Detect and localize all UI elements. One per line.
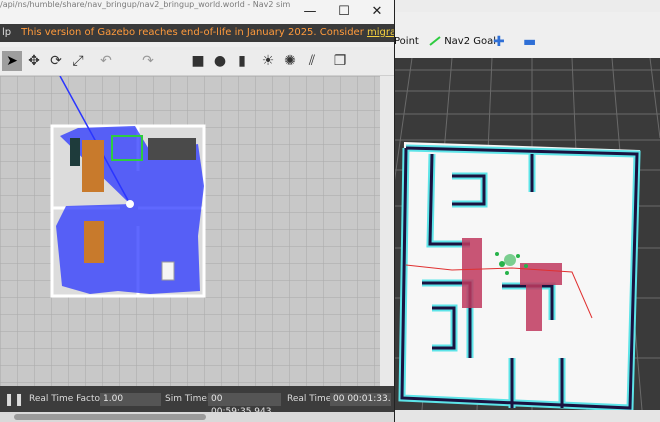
eol-banner: lp This version of Gazebo reaches end-of-… bbox=[0, 24, 394, 42]
rviz-bottom-bar bbox=[392, 410, 660, 422]
translate-icon[interactable]: ✥ bbox=[24, 51, 44, 71]
rviz-title-strip bbox=[394, 0, 660, 12]
window-path: /api/ns/humble/share/nav_bringup/nav2_br… bbox=[0, 0, 291, 9]
select-arrow-icon[interactable]: ➤ bbox=[2, 51, 22, 71]
status-bar: ❚❚ Real Time Factor: 1.00 Sim Time: 00 0… bbox=[0, 386, 394, 417]
real-time-factor-label: Real Time Factor: bbox=[29, 394, 107, 404]
box-icon[interactable]: ■ bbox=[188, 51, 208, 71]
publish-point-button[interactable]: Point bbox=[394, 32, 419, 52]
real-time-factor-value: 1.00 bbox=[100, 393, 161, 406]
table-upper[interactable] bbox=[82, 140, 104, 192]
real-time-label: Real Time: bbox=[287, 394, 335, 404]
robot-marker[interactable] bbox=[126, 200, 134, 208]
toilet[interactable] bbox=[161, 261, 175, 281]
vertical-scrollbar[interactable] bbox=[380, 76, 394, 386]
cylinder-icon[interactable]: ▮ bbox=[232, 51, 252, 71]
copy-icon[interactable]: ❐ bbox=[330, 51, 350, 71]
sim-time-label: Sim Time: bbox=[165, 394, 210, 404]
rviz-toolbar: Point Nav2 Goal ✚ ▬ bbox=[385, 12, 660, 59]
directional-light-icon[interactable]: ⫽ bbox=[302, 51, 322, 71]
maximize-icon[interactable]: ☐ bbox=[332, 4, 356, 20]
pause-icon[interactable]: ❚❚ bbox=[4, 393, 24, 406]
world-view bbox=[0, 76, 380, 386]
sofa[interactable] bbox=[148, 138, 196, 160]
sphere-icon[interactable]: ● bbox=[210, 51, 230, 71]
nav2-goal-label: Nav2 Goal bbox=[444, 36, 497, 47]
gazebo-3d-scene[interactable] bbox=[0, 76, 380, 386]
spotlight-icon[interactable]: ✺ bbox=[280, 51, 300, 71]
scroll-thumb[interactable] bbox=[14, 414, 206, 420]
gazebo-window: /api/ns/humble/share/nav_bringup/nav2_br… bbox=[0, 0, 395, 422]
rotate-icon[interactable]: ⟳ bbox=[46, 51, 66, 71]
add-tool-icon[interactable]: ✚ bbox=[493, 32, 505, 52]
migration-link[interactable]: migrating to the new Gazebo bbox=[367, 27, 394, 38]
undo-icon[interactable]: ↶ bbox=[96, 51, 116, 71]
remove-tool-icon[interactable]: ▬ bbox=[523, 32, 536, 52]
nav2-goal-icon bbox=[429, 36, 441, 46]
menu-fragment[interactable]: lp bbox=[2, 27, 11, 38]
gazebo-toolbar: ➤ ✥ ⟳ ⤢ ↶ ↷ ■ ● ▮ ☀ ✺ ⫽ ❐ bbox=[0, 47, 394, 76]
redo-icon[interactable]: ↷ bbox=[138, 51, 158, 71]
nav2-goal-button[interactable]: Nav2 Goal bbox=[429, 32, 496, 52]
real-time-value: 00 00:01:33. bbox=[330, 393, 391, 406]
minimize-icon[interactable]: — bbox=[298, 4, 322, 20]
gazebo-titlebar: /api/ns/humble/share/nav_bringup/nav2_br… bbox=[0, 0, 394, 24]
table-lower[interactable] bbox=[84, 221, 104, 263]
horizontal-scrollbar[interactable] bbox=[0, 412, 394, 422]
costmap-view bbox=[392, 58, 660, 410]
sun-icon[interactable]: ☀ bbox=[258, 51, 278, 71]
tv-unit[interactable] bbox=[70, 138, 80, 166]
banner-message: This version of Gazebo reaches end-of-li… bbox=[21, 27, 364, 38]
close-icon[interactable]: ✕ bbox=[365, 4, 389, 20]
rviz-3d-viewport[interactable] bbox=[392, 58, 660, 410]
sim-time-value: 00 00:59:35.943 bbox=[208, 393, 281, 417]
scale-icon[interactable]: ⤢ bbox=[68, 51, 88, 71]
